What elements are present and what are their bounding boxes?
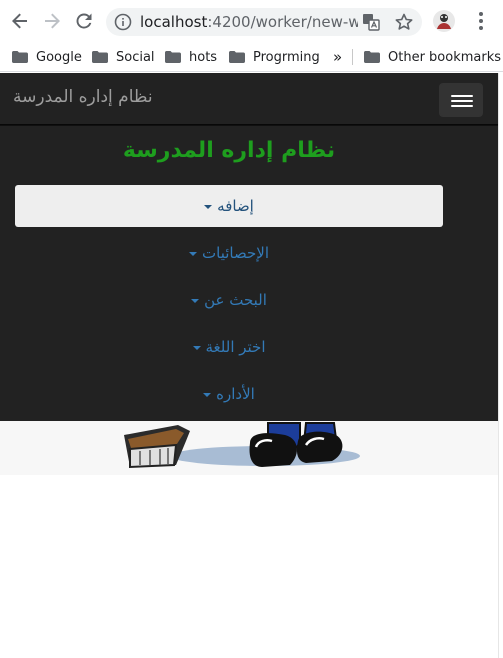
address-bar[interactable]: localhost:4200/worker/new-w... <box>106 8 422 36</box>
app-navbar: نظام إداره المدرسة <box>0 73 498 125</box>
hamburger-bar <box>451 105 473 107</box>
hamburger-bar <box>451 100 473 102</box>
bookmark-social[interactable]: Social <box>92 48 155 66</box>
scrollbar-gutter <box>498 73 503 658</box>
arrow-left-icon <box>12 13 27 29</box>
folder-icon <box>12 51 28 63</box>
menu-item-add[interactable]: إضافه <box>15 185 443 227</box>
menu-item-statistics[interactable]: الإحصائيات <box>15 232 443 274</box>
url-text[interactable]: localhost:4200/worker/new-w... <box>140 13 358 31</box>
profile-avatar[interactable] <box>433 10 455 32</box>
menu-item-administration[interactable]: الأداره <box>15 373 443 415</box>
menu-item-search[interactable]: البحث عن <box>15 279 443 321</box>
cartoon-illustration <box>124 422 360 469</box>
more-vertical-icon[interactable] <box>478 11 484 31</box>
reload-button[interactable] <box>73 10 95 32</box>
bookmarks-overflow-button[interactable]: » <box>333 48 342 66</box>
folder-icon <box>165 51 181 63</box>
menu-title: نظام إداره المدرسة <box>122 138 336 163</box>
back-button[interactable] <box>9 10 31 32</box>
bookmarks-bar: Google Social hots Progrming » Other boo… <box>0 42 503 72</box>
arrow-right-icon <box>45 13 60 29</box>
forward-button[interactable] <box>41 10 63 32</box>
navbar-toggle-button[interactable] <box>439 83 483 117</box>
reload-icon <box>76 13 92 29</box>
page-content <box>0 421 498 475</box>
caret-down-icon <box>203 392 212 397</box>
avatar-icon <box>437 14 451 29</box>
menu-item-language[interactable]: اختر اللغة <box>15 326 443 368</box>
folder-icon <box>92 51 108 63</box>
folder-icon <box>364 51 380 63</box>
caret-down-icon <box>189 251 198 256</box>
caret-down-icon <box>191 298 200 303</box>
folder-icon <box>229 51 245 63</box>
caret-down-icon <box>204 204 213 209</box>
bookmark-google[interactable]: Google <box>12 48 82 66</box>
info-icon[interactable] <box>114 13 132 31</box>
bookmark-other[interactable]: Other bookmarks <box>364 48 501 66</box>
navbar-brand[interactable]: نظام إداره المدرسة <box>13 87 153 107</box>
navbar-collapse-menu: نظام إداره المدرسة إضافه الإحصائيات البح… <box>0 125 498 421</box>
hamburger-bar <box>451 95 473 97</box>
bookmark-progrming[interactable]: Progrming <box>229 48 320 66</box>
bookmark-hots[interactable]: hots <box>165 48 217 66</box>
translate-icon[interactable] <box>362 13 380 31</box>
browser-toolbar: localhost:4200/worker/new-w... <box>0 0 503 42</box>
caret-down-icon <box>192 345 201 350</box>
star-icon[interactable] <box>394 12 414 32</box>
bookmarks-separator <box>352 49 353 65</box>
